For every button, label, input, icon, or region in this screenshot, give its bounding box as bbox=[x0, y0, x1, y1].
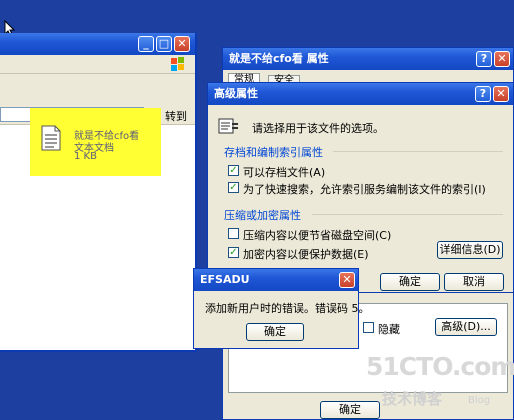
archive-checkbox[interactable]: ✓ bbox=[228, 165, 239, 176]
archive-group-label: 存档和编制索引属性 bbox=[224, 146, 323, 159]
text-document-icon bbox=[41, 125, 61, 151]
explorer-window: _ □ ✕ ▼ ➜ 转到 就是不给cfo看 文本文档 1 KB bbox=[0, 33, 197, 352]
watermark-brand: 51CTO.com bbox=[366, 352, 514, 381]
windows-logo-icon bbox=[171, 57, 184, 71]
archive-group-divider bbox=[333, 151, 503, 152]
watermark-blog: Blog bbox=[468, 395, 491, 406]
help-button[interactable]: ? bbox=[476, 51, 492, 67]
error-message: 添加新用户时的错误。错误码 5。 bbox=[205, 302, 370, 315]
advanced-title: 高级属性 bbox=[214, 87, 258, 100]
index-checkbox[interactable]: ✓ bbox=[228, 182, 239, 193]
compress-group-label: 压缩或加密属性 bbox=[224, 209, 301, 222]
compress-group-divider bbox=[312, 214, 503, 215]
compress-checkbox-label: 压缩内容以便节省磁盘空间(C) bbox=[243, 229, 392, 242]
error-title: EFSADU bbox=[200, 273, 250, 286]
error-dialog: EFSADU ✕ 添加新用户时的错误。错误码 5。 确定 bbox=[193, 268, 370, 349]
hidden-checkbox[interactable] bbox=[363, 322, 374, 333]
error-titlebar: EFSADU ✕ bbox=[194, 269, 358, 291]
attributes-settings-icon bbox=[218, 118, 238, 134]
index-checkbox-label: 为了快速搜索，允许索引服务编制该文件的索引(I) bbox=[243, 183, 486, 196]
file-item[interactable]: 就是不给cfo看 文本文档 1 KB bbox=[30, 108, 161, 176]
explorer-titlebar: _ □ ✕ bbox=[0, 33, 195, 55]
properties-title: 就是不给cfo看 属性 bbox=[229, 52, 329, 65]
help-button[interactable]: ? bbox=[475, 86, 491, 102]
watermark-sub: 技术博客 bbox=[382, 390, 443, 408]
advanced-attributes-dialog: 高级属性 ? ✕ 请选择用于该文件的选项。 存档和编制索引属性 ✓ 可以存档文件… bbox=[207, 82, 514, 293]
toolbar-area bbox=[0, 74, 195, 106]
advanced-button[interactable]: 高级(D)... bbox=[435, 318, 497, 336]
minimize-button[interactable]: _ bbox=[138, 36, 154, 52]
encrypt-checkbox-label: 加密内容以便保护数据(E) bbox=[243, 248, 369, 261]
close-button[interactable]: ✕ bbox=[493, 86, 509, 102]
advanced-titlebar: 高级属性 ? ✕ bbox=[208, 83, 513, 105]
maximize-button[interactable]: □ bbox=[156, 36, 172, 52]
close-button[interactable]: ✕ bbox=[494, 51, 510, 67]
hidden-label: 隐藏 bbox=[378, 323, 400, 336]
encrypt-checkbox[interactable]: ✓ bbox=[228, 247, 239, 258]
properties-titlebar: 就是不给cfo看 属性 ? ✕ bbox=[223, 48, 513, 70]
menu-bar bbox=[0, 55, 195, 74]
watermark: 51CTO.com 技术博客 Blog bbox=[364, 352, 514, 416]
close-button[interactable]: ✕ bbox=[339, 272, 355, 288]
file-size: 1 KB bbox=[74, 151, 97, 162]
advanced-ok-button[interactable]: 确定 bbox=[380, 273, 440, 291]
compress-checkbox[interactable] bbox=[228, 228, 239, 239]
close-button[interactable]: ✕ bbox=[174, 36, 190, 52]
intro-text: 请选择用于该文件的选项。 bbox=[252, 122, 384, 135]
error-ok-button[interactable]: 确定 bbox=[246, 323, 304, 341]
advanced-cancel-button[interactable]: 取消 bbox=[444, 273, 504, 291]
details-button[interactable]: 详细信息(D) bbox=[437, 241, 503, 259]
archive-checkbox-label: 可以存档文件(A) bbox=[243, 166, 326, 179]
goto-label[interactable]: 转到 bbox=[165, 108, 187, 124]
